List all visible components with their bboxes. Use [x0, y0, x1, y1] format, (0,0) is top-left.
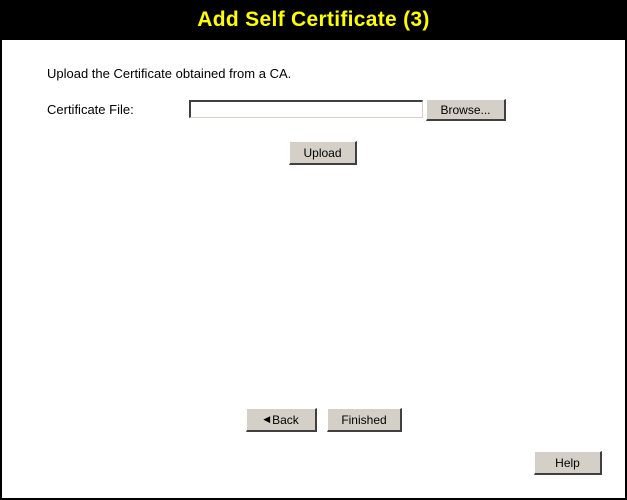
chevron-left-icon: ◀: [263, 414, 271, 424]
instruction-text: Upload the Certificate obtained from a C…: [47, 66, 292, 81]
title-bar: Add Self Certificate (3): [2, 0, 625, 40]
certificate-file-label: Certificate File:: [47, 102, 134, 117]
back-button-label: Back: [272, 412, 299, 427]
wizard-window: Add Self Certificate (3) Upload the Cert…: [0, 0, 627, 500]
page-title: Add Self Certificate (3): [197, 8, 430, 31]
certificate-file-input[interactable]: [189, 100, 423, 118]
help-button[interactable]: Help: [534, 451, 602, 475]
back-button[interactable]: ◀ Back: [246, 408, 317, 432]
upload-button[interactable]: Upload: [289, 141, 357, 165]
browse-button[interactable]: Browse...: [426, 99, 506, 121]
finished-button[interactable]: Finished: [327, 408, 402, 432]
